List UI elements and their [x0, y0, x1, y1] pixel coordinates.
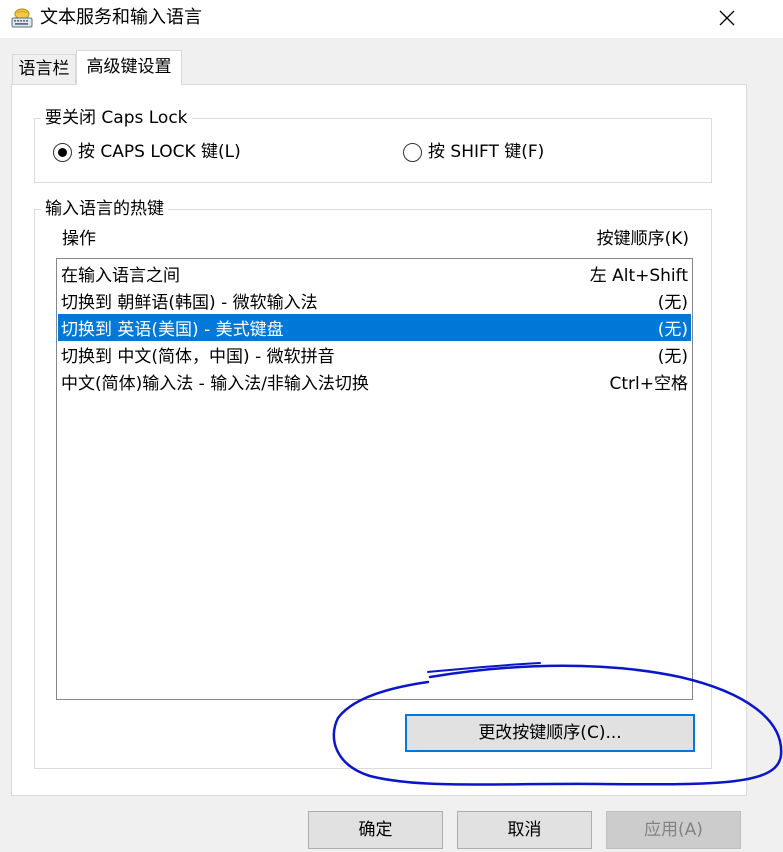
hotkey-row-switch-english[interactable]: 切换到 英语(美国) - 美式键盘 (无) — [58, 314, 691, 341]
radio-caps-lock[interactable] — [53, 142, 72, 162]
hotkey-list[interactable]: 在输入语言之间 左 Alt+Shift 切换到 朝鲜语(韩国) - 微软输入法 … — [56, 258, 693, 700]
ok-button[interactable]: 确定 — [308, 811, 443, 849]
hotkeys-group: 输入语言的热键 操作 按键顺序(K) 在输入语言之间 左 Alt+Shift 切… — [34, 198, 712, 769]
close-icon[interactable] — [705, 0, 749, 36]
caps-lock-group: 要关闭 Caps Lock 按 CAPS LOCK 键(L) 按 SHIFT 键… — [34, 107, 712, 183]
apply-button[interactable]: 应用(A) — [606, 811, 741, 849]
hotkey-row-action: 在输入语言之间 — [61, 266, 180, 286]
tab-advanced-key-settings[interactable]: 高级键设置 — [76, 50, 182, 85]
hotkey-row-keys: (无) — [657, 293, 688, 313]
radio-caps-lock-label: 按 CAPS LOCK 键(L) — [78, 142, 241, 162]
hotkey-row-switch-chinese[interactable]: 切换到 中文(简体，中国) - 微软拼音 (无) — [58, 341, 691, 368]
hotkey-row-switch-korean[interactable]: 切换到 朝鲜语(韩国) - 微软输入法 (无) — [58, 287, 691, 314]
hotkey-row-keys: (无) — [657, 347, 688, 367]
hotkeys-group-legend: 输入语言的热键 — [41, 198, 168, 220]
radio-shift-option[interactable]: 按 SHIFT 键(F) — [403, 141, 544, 163]
tab-panel: 要关闭 Caps Lock 按 CAPS LOCK 键(L) 按 SHIFT 键… — [11, 84, 747, 796]
change-key-sequence-button[interactable]: 更改按键顺序(C)... — [405, 714, 695, 752]
keyboard-globe-icon — [11, 8, 33, 28]
window-title: 文本服务和输入语言 — [40, 7, 202, 28]
hotkey-row-action: 切换到 中文(简体，中国) - 微软拼音 — [61, 347, 335, 367]
hotkey-row-keys: Ctrl+空格 — [609, 374, 689, 394]
hotkey-row-action: 中文(简体)输入法 - 输入法/非输入法切换 — [61, 374, 369, 394]
hotkey-row-ime-toggle[interactable]: 中文(简体)输入法 - 输入法/非输入法切换 Ctrl+空格 — [58, 368, 691, 395]
cancel-button[interactable]: 取消 — [457, 811, 592, 849]
column-header-key-sequence: 按键顺序(K) — [596, 229, 689, 249]
hotkey-row-action: 切换到 朝鲜语(韩国) - 微软输入法 — [61, 293, 318, 313]
radio-shift-label: 按 SHIFT 键(F) — [428, 142, 545, 162]
hotkey-row-keys: 左 Alt+Shift — [589, 266, 688, 286]
title-bar: 文本服务和输入语言 — [0, 0, 783, 38]
tab-language-bar[interactable]: 语言栏 — [12, 54, 76, 84]
hotkey-row-action: 切换到 英语(美国) - 美式键盘 — [61, 320, 284, 340]
dialog-window: 文本服务和输入语言 语言栏 高级键设置 要关闭 Caps Lock 按 CAPS… — [0, 0, 783, 852]
column-header-action: 操作 — [62, 229, 96, 249]
hotkey-row-keys: (无) — [657, 320, 688, 340]
radio-shift[interactable] — [403, 142, 422, 162]
caps-lock-group-legend: 要关闭 Caps Lock — [41, 107, 192, 129]
radio-caps-lock-option[interactable]: 按 CAPS LOCK 键(L) — [53, 141, 241, 163]
hotkey-row-switch-between-languages[interactable]: 在输入语言之间 左 Alt+Shift — [58, 260, 691, 287]
